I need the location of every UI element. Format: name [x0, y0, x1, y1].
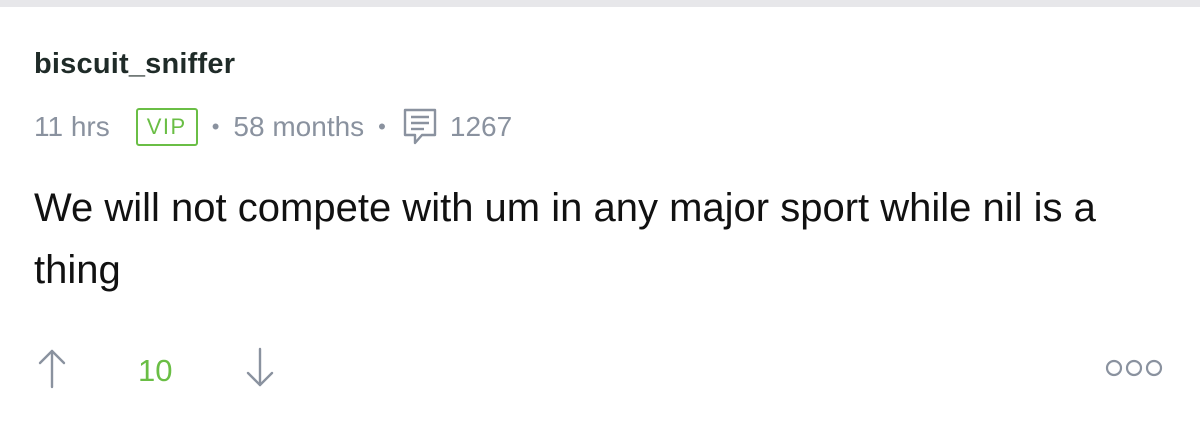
arrow-up-icon[interactable]	[36, 347, 68, 389]
comment-meta: 11 hrs VIP • 58 months • 1267	[34, 107, 512, 147]
comment-actions: 10	[0, 347, 1200, 397]
comment-card: biscuit_sniffer 11 hrs VIP • 58 months •…	[0, 7, 1200, 439]
top-divider	[0, 0, 1200, 7]
vote-score: 10	[138, 353, 173, 388]
posted-time: 11 hrs	[34, 111, 110, 142]
more-options-icon[interactable]	[1104, 357, 1164, 379]
post-count: 1267	[449, 111, 513, 142]
meta-separator: •	[211, 114, 220, 139]
comment-bubble-icon	[403, 108, 437, 145]
comment-author[interactable]: biscuit_sniffer	[34, 47, 235, 81]
meta-separator: •	[378, 114, 386, 139]
comment-body: We will not compete with um in any major…	[34, 186, 1096, 292]
arrow-down-icon[interactable]	[244, 347, 276, 389]
membership-duration: 58 months	[233, 111, 365, 142]
vip-badge: VIP	[135, 108, 198, 146]
